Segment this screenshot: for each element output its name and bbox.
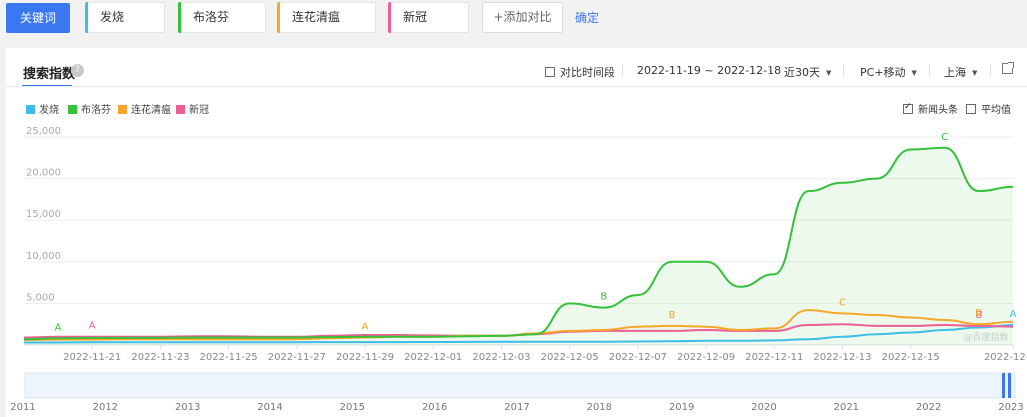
timeline-year-label: 2016 [422, 402, 447, 413]
search-index-chart: 25,000 20,000 15,000 10,000 5,000 2022-11-21 2… [10, 126, 1027, 413]
x-tick-label: 2022-12-09 [677, 352, 735, 363]
timeline-year-label: 2018 [587, 402, 612, 413]
timeline-year-label: 2015 [340, 402, 365, 413]
x-tick-label: 2022-12-05 [541, 352, 599, 363]
timeline-year-label: 2017 [504, 402, 529, 413]
timeline-year-label: 2019 [669, 402, 694, 413]
x-tick-label: 2022-12-11 [745, 352, 803, 363]
timeline-track[interactable] [24, 372, 1016, 399]
y-tick-label: 10,000 [26, 251, 61, 262]
timeline-year-label: 2020 [751, 402, 776, 413]
x-tick-label: 2022-12-15 [882, 352, 940, 363]
timeline-year-label: 2012 [93, 402, 118, 413]
y-tick-label: 20,000 [26, 168, 61, 179]
x-tick-label: 2022-12-07 [609, 352, 667, 363]
x-tick-label: 2022-12-01 [404, 352, 462, 363]
timeline-handle-right[interactable] [1008, 373, 1011, 398]
news-marker[interactable]: B [669, 310, 676, 321]
timeline-year-label: 2023 [998, 402, 1023, 413]
news-marker[interactable]: A [362, 322, 369, 333]
timeline-year-label: 2021 [834, 402, 859, 413]
y-tick-label: 15,000 [26, 209, 61, 220]
news-marker[interactable]: C [839, 297, 846, 308]
news-marker[interactable]: A [55, 322, 62, 333]
news-marker[interactable]: B [600, 292, 607, 303]
x-tick-label: 2022-11-23 [131, 352, 189, 363]
news-marker[interactable]: D [975, 308, 983, 319]
x-tick-label: 2022-12-13 [813, 352, 871, 363]
timeline-year-label: 2022 [916, 402, 941, 413]
news-marker[interactable]: A [1010, 309, 1017, 320]
news-marker[interactable]: A [89, 321, 96, 332]
x-tick-label: 2022-11-29 [336, 352, 394, 363]
news-marker[interactable]: C [941, 132, 948, 143]
y-tick-label: 25,000 [26, 126, 61, 137]
timeline-handle-left[interactable] [1002, 373, 1005, 398]
y-tick-label: 5,000 [26, 292, 55, 303]
x-tick-label: 2022-12-18 [984, 352, 1027, 363]
timeline-year-label: 2014 [257, 402, 282, 413]
x-tick-label: 2022-11-21 [63, 352, 121, 363]
x-tick-label: 2022-11-27 [268, 352, 326, 363]
x-tick-label: 2022-12-03 [472, 352, 530, 363]
timeline-year-label: 2013 [175, 402, 200, 413]
x-tick-label: 2022-11-25 [200, 352, 258, 363]
timeline-year-label: 2011 [10, 402, 35, 413]
watermark: @百度指数 [963, 331, 1008, 343]
